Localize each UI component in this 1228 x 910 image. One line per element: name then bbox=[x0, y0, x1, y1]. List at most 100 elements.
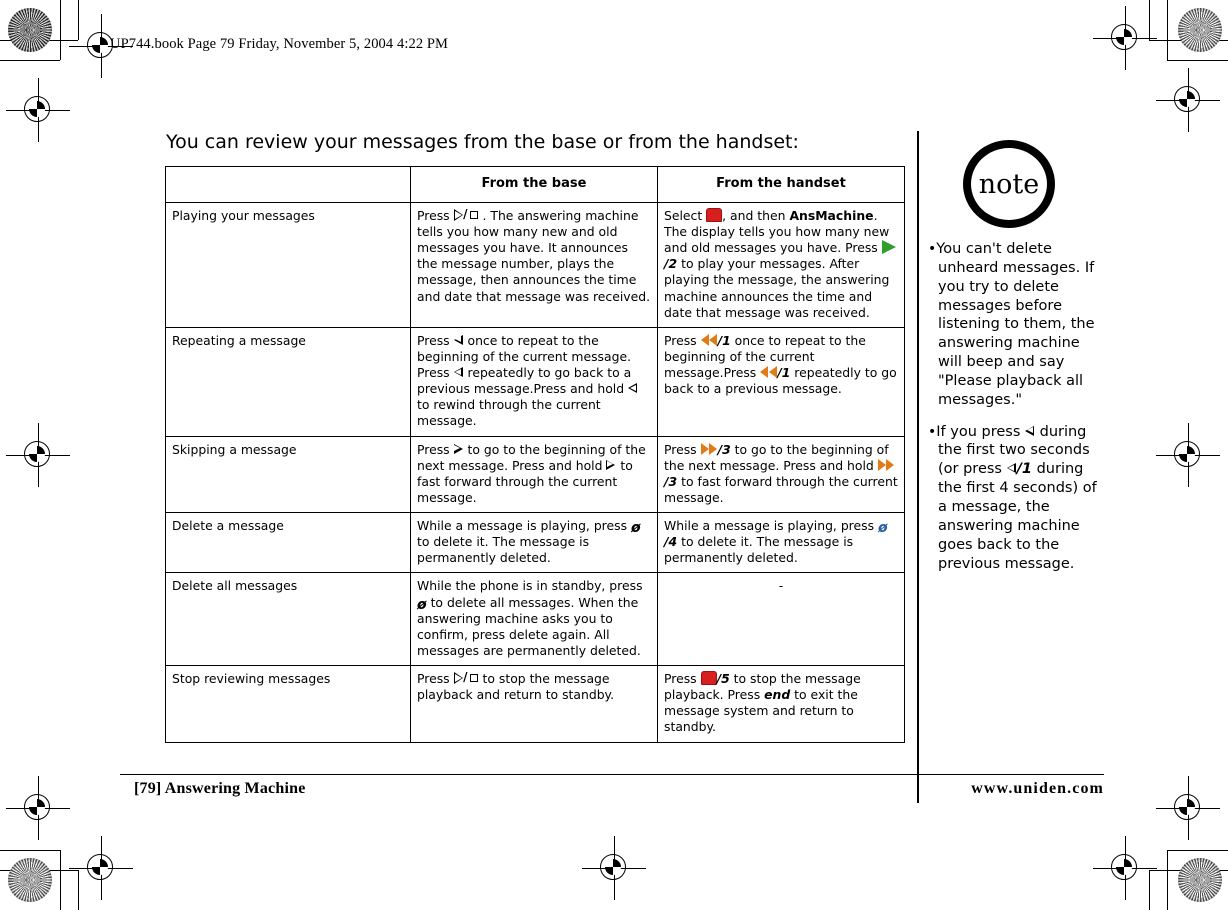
left-triangle-icon bbox=[1006, 463, 1017, 474]
text-fragment: to rewind through the current message. bbox=[417, 397, 601, 429]
text-fragment: Press bbox=[417, 441, 454, 457]
text-fragment: to fast forward through the current mess… bbox=[664, 473, 898, 505]
rewind-icon bbox=[760, 366, 777, 379]
note-badge-icon: note bbox=[963, 140, 1055, 228]
key-reference: /1 bbox=[777, 365, 791, 381]
cell-base-skipping: Press to go to the beginning of the next… bbox=[410, 435, 658, 514]
star-target-bottom-right bbox=[1178, 858, 1222, 902]
table-header-blank bbox=[165, 166, 411, 203]
page-intro-text: You can review your messages from the ba… bbox=[166, 131, 799, 153]
star-target-bottom-left bbox=[8, 858, 52, 902]
crop-line-right-inner bbox=[1149, 0, 1151, 40]
row-label-repeating-a-message: Repeating a message bbox=[165, 326, 411, 437]
registration-mark-bottom-center bbox=[582, 836, 646, 900]
crop-line-right-outer bbox=[1167, 0, 1169, 60]
key-reference: /2 bbox=[664, 256, 678, 272]
text-fragment: Press bbox=[664, 332, 701, 348]
delete-icon: ø bbox=[630, 520, 641, 537]
green-play-icon bbox=[881, 240, 896, 255]
key-reference: /5 bbox=[716, 671, 730, 687]
row-label-skipping-a-message: Skipping a message bbox=[165, 435, 411, 514]
table-row: Stop reviewing messages Press / to stop … bbox=[165, 665, 905, 743]
star-target-top-left bbox=[8, 8, 52, 52]
note-badge-label: note bbox=[978, 168, 1040, 200]
key-reference: /3 bbox=[664, 473, 678, 489]
text-fragment: Select bbox=[664, 207, 707, 223]
table-header-row: From the base From the handset bbox=[165, 166, 905, 203]
text-fragment: to delete it. The message is permanently… bbox=[417, 534, 590, 566]
right-triangle-icon bbox=[453, 443, 464, 455]
registration-mark-bottom-right bbox=[1156, 776, 1220, 840]
key-reference: /3 bbox=[717, 441, 731, 457]
cell-base-playing: Press / . The answering machine tells yo… bbox=[410, 201, 658, 328]
delete-icon: ø bbox=[417, 596, 427, 613]
table-header-from-the-handset: From the handset bbox=[657, 166, 905, 203]
footer-website-url: www.uniden.com bbox=[971, 780, 1104, 797]
crop-line-bottom-outer bbox=[0, 850, 60, 852]
end-key-label: end bbox=[764, 687, 791, 703]
text-fragment: Press bbox=[417, 207, 454, 223]
registration-mark-bottom-footer-left bbox=[69, 836, 133, 900]
note-bullet-item: •If you press during the first two secon… bbox=[928, 423, 1100, 574]
note-bullet-list: •You can't delete unheard messages. If y… bbox=[928, 240, 1100, 586]
crop-line-left-outer bbox=[60, 0, 62, 60]
registration-mark-top-header-right bbox=[1093, 6, 1157, 70]
cell-base-stop: Press / to stop the message playback and… bbox=[410, 665, 658, 743]
cell-base-delete: While a message is playing, press ø to d… bbox=[410, 512, 658, 574]
left-triangle-icon bbox=[1025, 425, 1035, 437]
table-row: Repeating a message Press once to repeat… bbox=[165, 326, 905, 437]
row-label-stop-reviewing-messages: Stop reviewing messages bbox=[165, 665, 411, 743]
text-fragment: While a message is playing, press bbox=[664, 518, 878, 534]
table-row: Skipping a message Press to go to the be… bbox=[165, 435, 905, 514]
registration-mark-bottom-left bbox=[6, 776, 70, 840]
footer-rule bbox=[120, 774, 1104, 776]
delete-icon: ø bbox=[877, 520, 888, 537]
cell-base-delete-all: While the phone is in standby, press ø t… bbox=[410, 572, 658, 667]
text-fragment: Press bbox=[417, 332, 454, 348]
ansmachine-label: AnsMachine bbox=[789, 207, 874, 223]
play-stop-icon: / bbox=[453, 671, 479, 685]
registration-mark-top-left bbox=[6, 78, 70, 142]
fast-forward-icon bbox=[700, 442, 718, 456]
cell-handset-delete: While a message is playing, press ø/4 to… bbox=[657, 512, 905, 574]
text-fragment: While a message is playing, press bbox=[417, 518, 631, 534]
note-text: You can't delete unheard messages. If yo… bbox=[936, 241, 1095, 408]
cell-handset-repeating: Press /1 once to repeat to the beginning… bbox=[657, 326, 905, 437]
cell-handset-skipping: Press /3 to go to the beginning of the n… bbox=[657, 435, 905, 514]
message-review-table: From the base From the handset Playing y… bbox=[165, 166, 905, 743]
cell-base-repeating: Press once to repeat to the beginning of… bbox=[410, 326, 658, 437]
note-text: If you press bbox=[936, 423, 1025, 440]
table-row: Delete all messages While the phone is i… bbox=[165, 572, 905, 667]
crop-line-right-inner-bottom bbox=[1149, 870, 1151, 910]
cell-handset-delete-all: - bbox=[657, 572, 905, 667]
key-reference: /1 bbox=[717, 332, 731, 348]
footer-page-section: [79] Answering Machine bbox=[134, 780, 306, 797]
text-fragment: to delete it. The message is permanently… bbox=[664, 534, 854, 566]
registration-mark-middle-right bbox=[1156, 423, 1220, 487]
red-stop-icon bbox=[706, 207, 723, 222]
text-fragment: Press bbox=[664, 671, 701, 687]
left-triangle-icon bbox=[453, 367, 464, 378]
text-fragment: to delete all messages. When the answeri… bbox=[417, 594, 641, 658]
cell-handset-playing: Select , and then AnsMachine. The displa… bbox=[657, 201, 905, 328]
crop-line-top-right-outer bbox=[1167, 60, 1228, 62]
rewind-icon bbox=[700, 333, 718, 347]
text-fragment: Press bbox=[664, 441, 701, 457]
left-triangle-icon bbox=[628, 383, 638, 394]
table-header-from-the-base: From the base bbox=[410, 166, 658, 203]
text-fragment: to play your messages. After playing the… bbox=[664, 256, 890, 320]
note-text: during the first 4 seconds) of a message… bbox=[938, 461, 1097, 572]
registration-mark-middle-left bbox=[6, 423, 70, 487]
row-label-playing-your-messages: Playing your messages bbox=[165, 201, 411, 328]
key-reference: /1 bbox=[1016, 461, 1032, 478]
file-header-stamp: UP744.book Page 79 Friday, November 5, 2… bbox=[110, 36, 449, 52]
table-row: Playing your messages Press / . The answ… bbox=[165, 201, 905, 328]
crop-line-right-outer-bottom bbox=[1167, 850, 1169, 910]
crop-line-top-outer bbox=[0, 60, 60, 62]
registration-mark-bottom-footer-right bbox=[1093, 836, 1157, 900]
play-stop-icon: / bbox=[453, 208, 479, 221]
red-stop-icon bbox=[700, 671, 717, 686]
text-fragment: Press bbox=[417, 671, 454, 687]
fast-forward-icon bbox=[877, 458, 895, 472]
row-label-delete-a-message: Delete a message bbox=[165, 512, 411, 574]
